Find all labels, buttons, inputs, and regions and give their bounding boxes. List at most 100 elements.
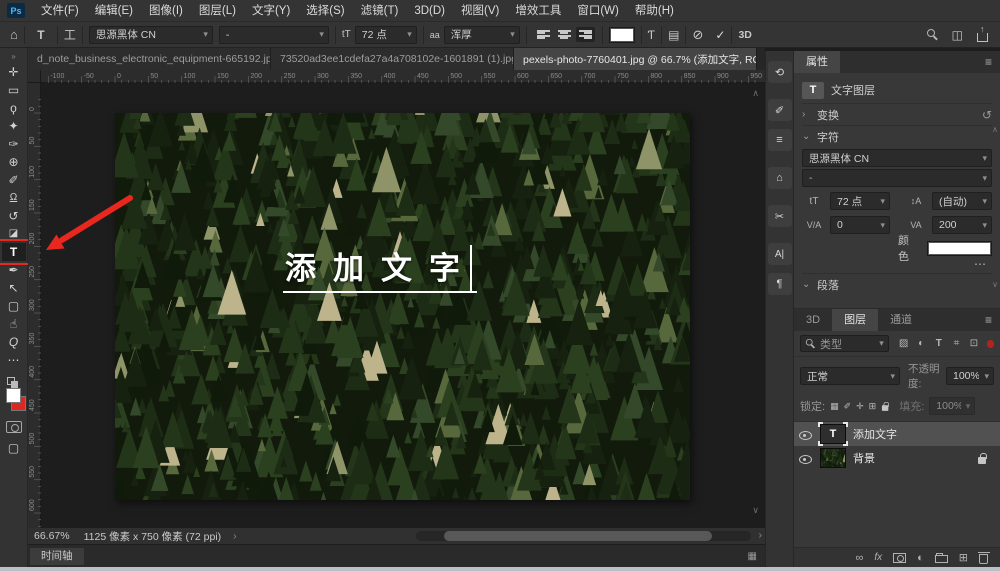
panel-menu-icon[interactable]: ≡: [985, 313, 992, 327]
more-tools-icon[interactable]: ⋯: [2, 351, 26, 369]
brush-settings-panel-icon[interactable]: ≡: [768, 129, 792, 151]
add-mask-icon[interactable]: [893, 553, 906, 563]
visibility-eye-icon[interactable]: [799, 452, 813, 465]
clone-stamp-tool[interactable]: Ω: [2, 189, 26, 207]
shape-tool[interactable]: ▢: [2, 297, 26, 315]
paragraph-panel-icon[interactable]: ¶: [768, 273, 792, 295]
scroll-down-icon[interactable]: ∨: [752, 505, 759, 516]
font-family-select[interactable]: 思源黑体 CN▾: [89, 26, 213, 44]
menu-layer[interactable]: 图层(L): [191, 0, 244, 22]
quick-select-tool[interactable]: ✦: [2, 117, 26, 135]
hand-tool[interactable]: ☝: [2, 315, 26, 333]
filter-shape-layers-icon[interactable]: ⌗: [950, 338, 964, 349]
tab-3d[interactable]: 3D: [794, 309, 832, 331]
commit-edits-icon[interactable]: ✓: [715, 28, 725, 42]
clone-source-panel-icon[interactable]: ⌂: [768, 167, 792, 189]
share-icon[interactable]: [977, 33, 988, 42]
lock-transparency-icon[interactable]: ▦: [830, 401, 839, 412]
layer-name[interactable]: 添加文字: [853, 426, 897, 442]
menu-3d[interactable]: 3D(D): [406, 0, 453, 22]
scroll-up-icon[interactable]: ∧: [752, 88, 759, 99]
search-icon[interactable]: [927, 29, 938, 40]
menu-filter[interactable]: 滤镜(T): [353, 0, 407, 22]
canvas-area[interactable]: -100-50050100150200250300350400450500550…: [28, 70, 765, 528]
menu-window[interactable]: 窗口(W): [569, 0, 627, 22]
props-size-select[interactable]: 72 点▾: [830, 192, 890, 210]
font-style-select[interactable]: -▾: [219, 26, 329, 44]
new-group-icon[interactable]: [935, 555, 948, 563]
3d-button[interactable]: 3D: [738, 29, 751, 41]
props-font-family-select[interactable]: 思源黑体 CN▾: [802, 149, 992, 167]
filter-toggle-icon[interactable]: [987, 340, 994, 348]
filter-smart-objects-icon[interactable]: ⊡: [967, 338, 981, 349]
layer-filter-select[interactable]: 类型 ▾: [800, 335, 889, 352]
warp-text-icon[interactable]: Ƭ: [648, 28, 655, 42]
timeline-panel-icon[interactable]: ▦: [748, 551, 757, 562]
background-layer-thumbnail[interactable]: [820, 448, 846, 468]
tab-properties[interactable]: 属性: [794, 51, 840, 73]
more-options-icon[interactable]: ⋯: [802, 259, 992, 273]
menu-file[interactable]: 文件(F): [33, 0, 87, 22]
doc-tab-1[interactable]: d_note_business_electronic_equipment-665…: [28, 48, 271, 70]
type-tool[interactable]: T: [2, 243, 26, 261]
foreground-color-swatch[interactable]: [6, 388, 21, 403]
scroll-down-icon[interactable]: ∨: [992, 280, 998, 289]
menu-plugins[interactable]: 增效工具: [507, 0, 569, 22]
props-leading-select[interactable]: (自动)▾: [932, 192, 992, 210]
workspace-icon[interactable]: ◫: [952, 28, 963, 42]
menu-view[interactable]: 视图(V): [453, 0, 507, 22]
screen-mode-icon[interactable]: ▢: [2, 439, 26, 457]
visibility-eye-icon[interactable]: [799, 428, 813, 441]
cancel-edits-icon[interactable]: ⊘: [692, 27, 703, 43]
align-center-button[interactable]: [555, 27, 574, 42]
scroll-up-icon[interactable]: ∧: [992, 125, 998, 134]
anti-alias-select[interactable]: 浑厚▾: [444, 26, 520, 44]
align-right-button[interactable]: [576, 27, 595, 42]
layer-name[interactable]: 背景: [853, 450, 875, 466]
reset-transform-icon[interactable]: ↺: [982, 108, 992, 122]
new-layer-icon[interactable]: ⊞: [959, 551, 968, 564]
eraser-tool[interactable]: ◪: [2, 225, 26, 243]
tab-layers[interactable]: 图层: [832, 309, 878, 331]
zoom-tool[interactable]: Q: [2, 333, 26, 351]
pen-tool[interactable]: ✒: [2, 261, 26, 279]
lock-position-icon[interactable]: ✛: [856, 401, 864, 412]
quick-mask-icon[interactable]: [6, 421, 22, 433]
menu-select[interactable]: 选择(S): [298, 0, 352, 22]
spot-heal-tool[interactable]: ⊕: [2, 153, 26, 171]
panel-menu-icon[interactable]: ≡: [985, 55, 992, 69]
opacity-select[interactable]: 100%▾: [946, 367, 994, 385]
marquee-tool[interactable]: ▭: [2, 81, 26, 99]
lock-artboard-icon[interactable]: ⊞: [869, 401, 877, 412]
scrollbar-thumb[interactable]: [444, 531, 712, 541]
menu-edit[interactable]: 编辑(E): [87, 0, 141, 22]
transform-section[interactable]: › 变换 ↺: [802, 103, 992, 125]
filter-pixel-layers-icon[interactable]: ▨: [897, 338, 911, 349]
tab-channels[interactable]: 通道: [878, 309, 924, 331]
filter-type-layers-icon[interactable]: T: [932, 338, 946, 349]
canvas-text-layer[interactable]: 添加文字: [283, 250, 477, 293]
lasso-tool[interactable]: ϙ: [2, 99, 26, 117]
eyedropper-tool[interactable]: ✑: [2, 135, 26, 153]
font-size-select[interactable]: 72 点▾: [355, 26, 417, 44]
blend-mode-select[interactable]: 正常▾: [800, 367, 900, 385]
tab-timeline[interactable]: 时间轴: [30, 548, 84, 565]
props-tracking-select[interactable]: 0▾: [830, 216, 890, 234]
move-tool[interactable]: ✛: [2, 63, 26, 81]
document-canvas[interactable]: 添加文字: [115, 113, 690, 500]
menu-image[interactable]: 图像(I): [141, 0, 191, 22]
menu-type[interactable]: 文字(Y): [244, 0, 298, 22]
text-color-swatch[interactable]: [927, 241, 992, 256]
home-icon[interactable]: ⌂: [10, 27, 18, 42]
brush-tool[interactable]: ✐: [2, 171, 26, 189]
brush-panel-icon[interactable]: ✐: [768, 99, 792, 121]
history-panel-icon[interactable]: ⟲: [768, 61, 792, 83]
status-expand-icon[interactable]: ›: [233, 530, 237, 542]
swap-colors-icon[interactable]: [7, 377, 15, 385]
align-left-button[interactable]: [534, 27, 553, 42]
layer-style-icon[interactable]: fx: [874, 552, 882, 563]
lock-pixels-icon[interactable]: ✐: [844, 401, 852, 412]
doc-tab-3-active[interactable]: pexels-photo-7760401.jpg @ 66.7% (添加文字, …: [514, 48, 757, 70]
character-section[interactable]: ⌄ 字符: [802, 125, 992, 147]
layer-row-text[interactable]: T 添加文字: [794, 422, 1000, 446]
